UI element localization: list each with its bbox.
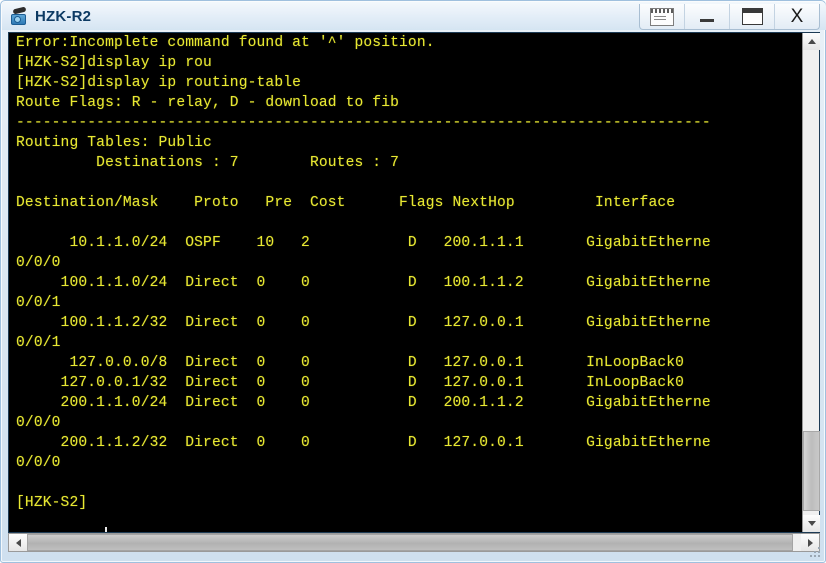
vertical-scrollbar-thumb[interactable] [803,431,820,511]
chevron-down-icon [807,521,816,526]
console-output-area[interactable]: Error:Incomplete command found at '^' po… [9,33,802,532]
scroll-down-button[interactable] [803,515,820,532]
chevron-up-icon [807,39,816,44]
horizontal-scrollbar-thumb[interactable] [27,534,794,551]
close-icon: X [790,6,804,27]
chevron-right-icon [807,538,813,547]
horizontal-scrollbar[interactable] [8,533,820,552]
maximize-icon [741,8,763,25]
window-title: HZK-R2 [35,7,92,25]
terminal-window: HZK-R2 X Error:Incomplete command found … [0,0,826,563]
scroll-left-button[interactable] [9,534,27,551]
horizontal-scrollbar-track[interactable] [27,534,801,551]
resize-grip[interactable] [810,547,822,559]
console-text: Error:Incomplete command found at '^' po… [16,35,711,511]
chevron-left-icon [15,538,21,547]
minimize-icon [700,19,714,22]
text-cursor [105,527,107,532]
window-controls: X [639,4,820,30]
title-bar[interactable]: HZK-R2 X [2,2,826,30]
maximize-button[interactable] [729,4,774,29]
minimize-button[interactable] [684,4,729,29]
camera-icon [9,6,29,26]
window-menu-button[interactable] [640,4,684,29]
vertical-scrollbar[interactable] [802,33,820,532]
scroll-up-button[interactable] [803,33,820,50]
terminal-body: Error:Incomplete command found at '^' po… [8,32,820,533]
document-menu-icon [650,7,674,26]
close-button[interactable]: X [774,4,819,29]
